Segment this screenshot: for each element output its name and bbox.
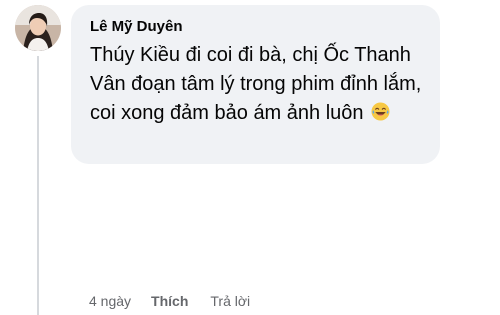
comment-body: Thúy Kiều đi coi đi bà, chị Ốc Thanh Vân… [90,41,430,128]
thread-line [37,56,39,315]
like-button[interactable]: Thích [151,292,188,310]
laughing-tears-emoji-icon [371,101,390,121]
comment-author[interactable]: Lê Mỹ Duyên [90,17,183,37]
avatar[interactable] [15,5,61,51]
user-avatar-icon [15,5,61,51]
comment-bubble: Lê Mỹ Duyên Thúy Kiều đi coi đi bà, chị … [71,5,440,164]
comment-thread: Lê Mỹ Duyên Thúy Kiều đi coi đi bà, chị … [0,0,500,315]
comment-timestamp[interactable]: 4 ngày [89,292,131,310]
comment-actions: 4 ngày Thích Trả lời [89,292,250,310]
reply-button[interactable]: Trả lời [210,292,250,310]
